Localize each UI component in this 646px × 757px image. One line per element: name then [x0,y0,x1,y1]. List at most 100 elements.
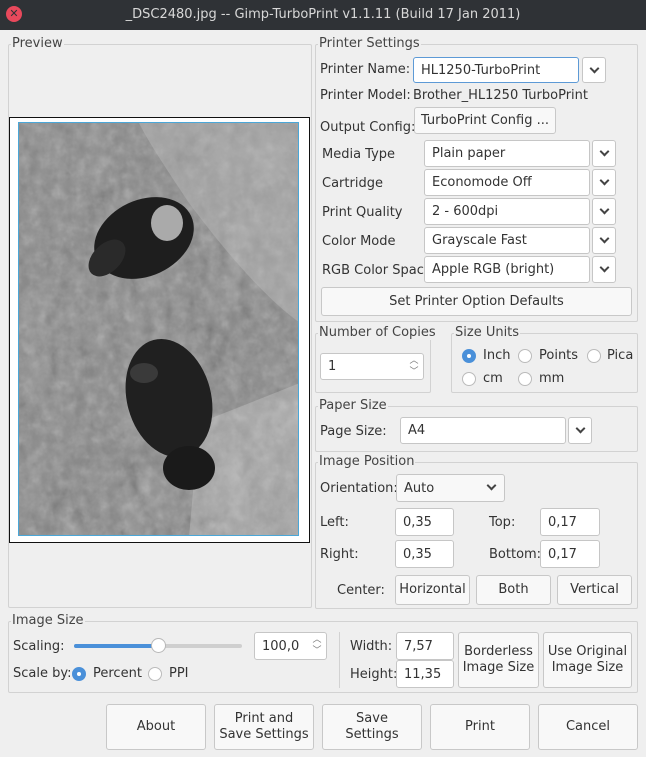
printer-name-dropdown[interactable] [582,57,606,83]
left-label: Left: [320,515,349,530]
print-and-save-button[interactable]: Print and Save Settings [214,704,314,750]
width-label: Width: [350,639,393,654]
preview-image [18,122,299,536]
radio-percent-label: Percent [93,666,142,681]
print-save-line2: Save Settings [219,727,309,742]
printer-name-field[interactable]: HL1250-TurboPrint [413,57,579,83]
orientation-select[interactable]: Auto [396,474,505,502]
chevron-down-icon [599,262,609,273]
top-label: Top: [489,515,516,530]
printer-name-label: Printer Name: [320,62,411,77]
turboprint-config-button[interactable]: TurboPrint Config ... [414,107,556,134]
orientation-value: Auto [404,480,435,496]
save-settings-button[interactable]: Save Settings [322,704,422,750]
radio-inch[interactable] [462,349,476,363]
printer-settings-label: Printer Settings [318,36,421,51]
radio-mm-label: mm [539,371,565,386]
scaling-spinbox[interactable]: 100,0 ︿ ﹀ [254,632,327,660]
title-bar: ✕ _DSC2480.jpg -- Gimp-TurboPrint v1.1.1… [0,0,646,30]
rgb-color-space-label: RGB Color Space [322,263,432,278]
right-label: Right: [320,547,359,562]
window-title: _DSC2480.jpg -- Gimp-TurboPrint v1.1.11 … [125,7,521,22]
media-type-label: Media Type [322,147,396,162]
center-horizontal-button[interactable]: Horizontal [395,575,470,605]
print-quality-dropdown[interactable] [592,198,616,225]
radio-mm[interactable] [518,372,532,386]
printer-model-value: Brother_HL1250 TurboPrint [413,88,589,103]
original-line2: Image Size [551,660,624,675]
radio-pica-label: Pica [607,348,634,363]
color-mode-select[interactable]: Grayscale Fast [424,227,590,254]
center-vertical-button[interactable]: Vertical [557,575,632,605]
orientation-label: Orientation: [320,481,398,496]
cartridge-dropdown[interactable] [592,169,616,196]
page-size-select[interactable]: A4 [400,417,566,444]
chevron-down-icon [599,233,609,244]
chevron-down-icon [599,204,609,215]
borderless-image-size-button[interactable]: Borderless Image Size [458,632,539,688]
page-size-label: Page Size: [320,424,387,439]
top-field[interactable]: 0,17 [540,508,600,536]
scaling-label: Scaling: [13,639,65,654]
radio-cm-label: cm [483,371,503,386]
center-both-button[interactable]: Both [476,575,551,605]
left-field[interactable]: 0,35 [395,508,454,536]
size-units-label: Size Units [454,325,521,340]
cancel-button[interactable]: Cancel [538,704,638,750]
save-line2: Settings [345,727,399,742]
radio-ppi-label: PPI [169,666,189,681]
original-line1: Use Original [547,644,628,659]
radio-points[interactable] [518,349,532,363]
save-line1: Save [356,711,388,726]
scale-by-label: Scale by: [13,666,72,681]
print-save-line1: Print and [234,711,294,726]
spin-arrows-icon[interactable]: ︿ ﹀ [407,356,421,378]
cartridge-select[interactable]: Economode Off [424,169,590,196]
print-quality-select[interactable]: 2 - 600dpi [424,198,590,225]
borderless-line1: Borderless [464,644,533,659]
scaling-slider-handle[interactable] [150,638,166,653]
chevron-down-icon [589,63,599,73]
media-type-select[interactable]: Plain paper [424,140,590,167]
bottom-label: Bottom: [489,547,542,562]
copies-spinbox[interactable]: 1 ︿ ﹀ [320,353,424,380]
divider [339,632,340,688]
spin-arrows-icon[interactable]: ︿ ﹀ [310,635,324,657]
cartridge-label: Cartridge [322,176,383,191]
radio-pica[interactable] [587,349,601,363]
printer-model-label: Printer Model: [320,88,411,103]
height-field[interactable]: 11,35 [396,660,454,688]
radio-ppi[interactable] [148,667,162,681]
height-label: Height: [350,667,398,682]
radio-cm[interactable] [462,372,476,386]
paper-size-label: Paper Size [318,398,388,413]
print-button[interactable]: Print [430,704,530,750]
width-field[interactable]: 7,57 [396,632,454,660]
radio-percent[interactable] [72,667,86,681]
scaling-value: 100,0 [262,638,300,654]
output-config-label: Output Config: [320,120,416,135]
preview-label: Preview [11,36,64,51]
rgb-color-space-select[interactable]: Apple RGB (bright) [424,256,590,283]
chevron-down-icon [599,146,609,157]
about-button[interactable]: About [106,704,206,750]
borderless-line2: Image Size [462,660,535,675]
color-mode-dropdown[interactable] [592,227,616,254]
chevron-down-icon [575,423,585,434]
set-printer-defaults-button[interactable]: Set Printer Option Defaults [321,287,632,316]
right-field[interactable]: 0,35 [395,540,454,568]
radio-points-label: Points [539,348,579,363]
center-label: Center: [337,583,385,598]
bottom-field[interactable]: 0,17 [540,540,600,568]
copies-value: 1 [328,359,337,374]
radio-inch-label: Inch [483,348,511,363]
chevron-down-icon [599,175,609,186]
color-mode-label: Color Mode [322,234,396,249]
scaling-slider-track[interactable] [74,638,242,653]
image-position-label: Image Position [318,454,416,469]
scaling-slider-fill [74,644,158,648]
use-original-image-size-button[interactable]: Use Original Image Size [543,632,632,688]
media-type-dropdown[interactable] [592,140,616,167]
page-size-dropdown[interactable] [568,417,592,444]
rgb-color-space-dropdown[interactable] [592,256,616,283]
